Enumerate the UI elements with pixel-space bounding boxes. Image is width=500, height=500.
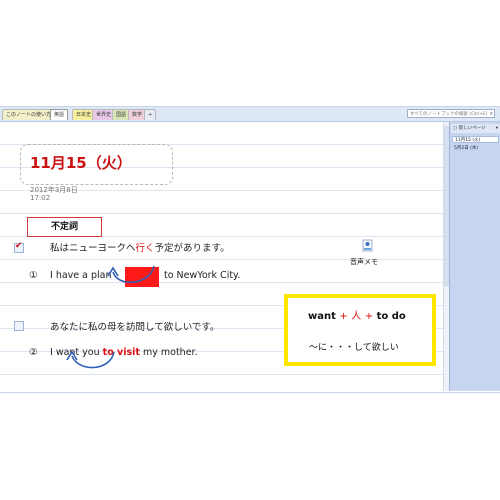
add-section-button[interactable]: + [144,109,157,120]
grammar-plus: + [339,311,348,322]
en-sentence-2-part: I want you [50,347,100,358]
jp-sentence-1[interactable]: 私はニューヨークへ行く予定があります。 [50,240,230,254]
todo-checkbox-2[interactable] [14,321,24,331]
grammar-note-box: want + 人 + to do ～に・・・して欲しい [284,294,436,366]
new-page-button[interactable]: ▢ 新しいページ ▾ [451,124,500,133]
grammar-want: want [308,311,336,322]
audio-file-icon[interactable] [357,239,377,253]
new-page-icon: ▢ [453,126,458,131]
en-sentence-1-start[interactable]: I have a plan [50,270,112,281]
todo-checkbox-1[interactable]: ✔ [14,241,24,253]
answer-blank-box [125,267,159,287]
search-placeholder: すべてのノートブックの検索 (Ctrl+E) [410,112,488,117]
page-list-pane: ▢ 新しいページ ▾ 11月15 (火) 5月2日 (木) [449,122,500,391]
jp-sentence-1-part: 私はニューヨークへ [50,243,136,254]
audio-memo-label: 音声メモ [350,258,378,266]
tab-english[interactable]: 英語 [50,109,69,120]
en-sentence-2[interactable]: I want you to visit my mother. [50,347,198,358]
grammar-person: 人 [351,311,362,322]
en-sentence-1-end[interactable]: to NewYork City. [164,270,240,281]
grammar-meaning: ～に・・・して欲しい [309,343,399,353]
jp-sentence-1-highlight: 行く [135,243,155,254]
grammar-to-do: to do [376,311,406,322]
topic-label[interactable]: 不定詞 [27,217,102,237]
page-title[interactable]: 11月15（火） [30,152,132,173]
chevron-down-icon[interactable]: ▾ [496,124,500,133]
jp-sentence-1-part: 予定があります。 [154,243,230,254]
item-number-1: ① [29,270,38,281]
page-list-item-1[interactable]: 11月15 (火) [452,136,499,143]
checkmark-icon: ✔ [15,241,23,251]
grammar-plus: + [364,311,374,322]
page-list-item-2[interactable]: 5月2日 (木) [452,145,499,152]
search-input[interactable]: すべてのノートブックの検索 (Ctrl+E) ⌕ [407,109,495,118]
item-number-2: ② [29,347,38,358]
en-sentence-2-highlight: to visit [102,347,140,358]
new-page-label: 新しいページ [458,126,486,131]
page-time: 17:02 [30,194,51,202]
section-tabs: このノートの使い方 英語 日本史 世界史 国語 数学 + すべてのノートブックの… [0,107,500,122]
search-icon[interactable]: ⌕ [490,110,493,117]
grammar-pattern: want + 人 + to do [308,307,406,322]
jp-sentence-2[interactable]: あなたに私の母を訪問して欲しいです。 [50,319,219,333]
en-sentence-2-part: my mother. [142,347,198,358]
tab-how-to-use[interactable]: このノートの使い方 [2,109,56,120]
